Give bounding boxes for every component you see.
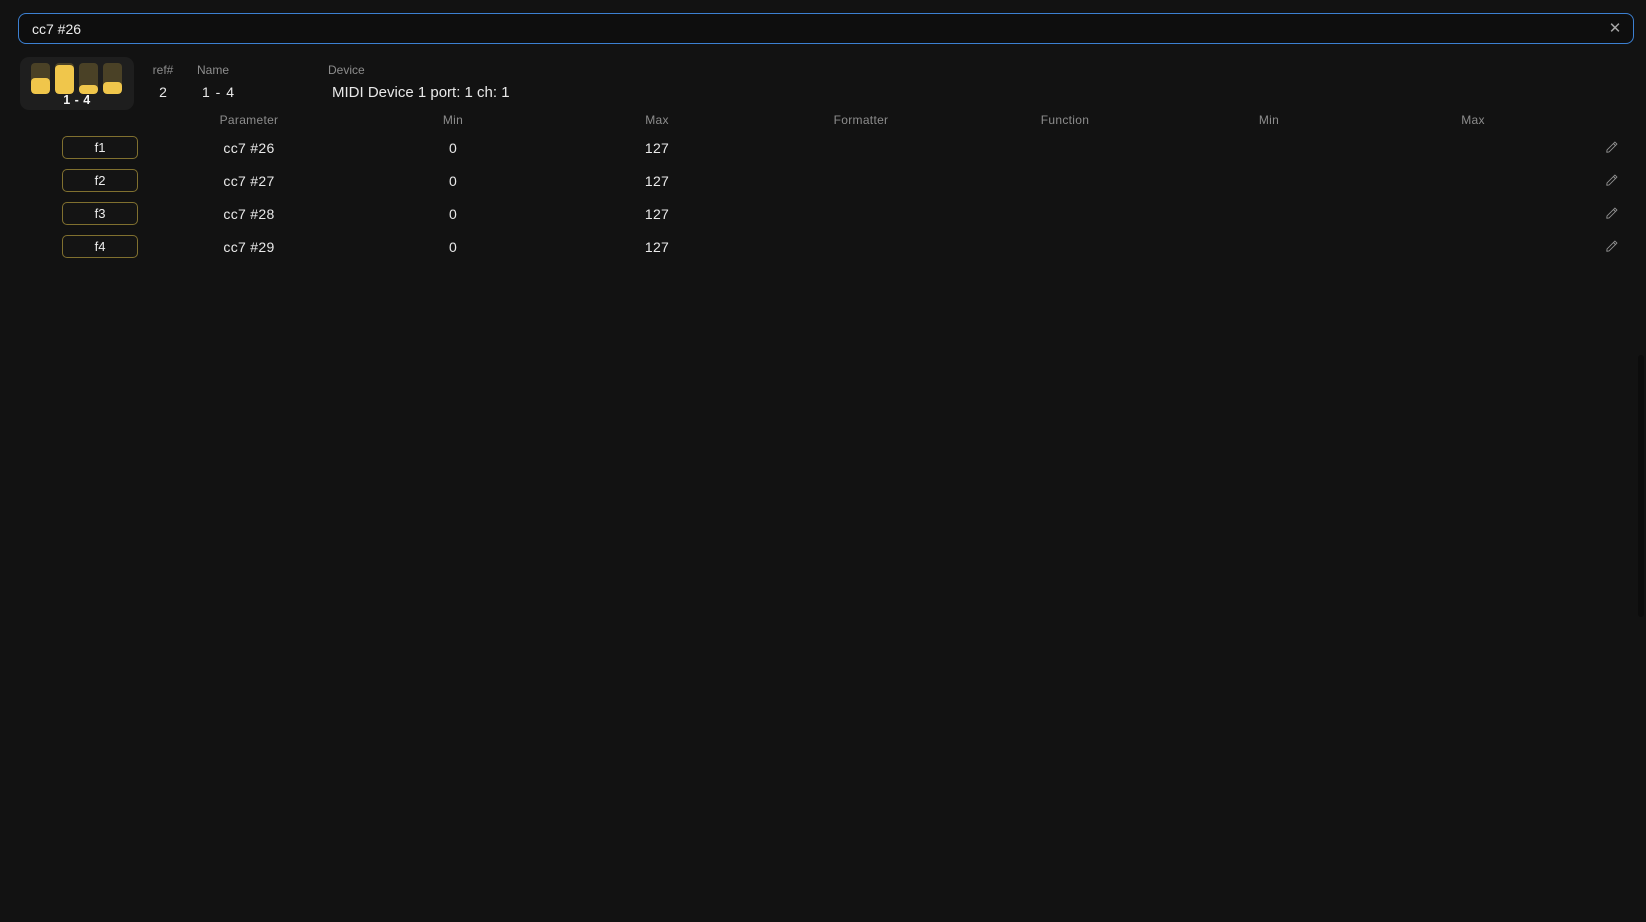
edit-pencil-icon[interactable] [1604,173,1620,189]
parameter-cell: cc7 #29 [147,239,351,255]
max-cell: 127 [555,173,759,189]
table-row: f3 cc7 #28 0 127 [0,197,1646,230]
fader-group-label: 1 - 4 [20,93,134,107]
header-min-2: Min [1167,113,1371,127]
device-label: Device [328,63,510,77]
f3-button[interactable]: f3 [62,202,138,225]
search-bar: ✕ [18,13,1634,44]
f2-button[interactable]: f2 [62,169,138,192]
header-min: Min [351,113,555,127]
max-cell: 127 [555,140,759,156]
parameter-cell: cc7 #28 [147,206,351,222]
fader-2-fill [55,65,74,94]
edit-pencil-icon[interactable] [1604,206,1620,222]
header-parameter: Parameter [147,113,351,127]
table-body: f1 cc7 #26 0 127 f2 cc7 #27 0 127 [0,131,1646,263]
fader-tracks [31,63,122,94]
clear-search-icon[interactable]: ✕ [1604,18,1626,40]
mapping-table: Parameter Min Max Formatter Function Min… [0,108,1646,263]
device-field: Device MIDI Device 1 port: 1 ch: 1 [328,63,510,101]
header-max-2: Max [1371,113,1575,127]
name-field: Name 1 - 4 [197,63,235,100]
fader-group-widget[interactable]: 1 - 4 [20,57,134,110]
max-cell: 127 [555,206,759,222]
fader-1[interactable] [31,63,50,94]
fader-4[interactable] [103,63,122,94]
fader-1-fill [31,78,50,94]
f1-button[interactable]: f1 [62,136,138,159]
table-row: f2 cc7 #27 0 127 [0,164,1646,197]
edit-pencil-icon[interactable] [1604,140,1620,156]
min-cell: 0 [351,206,555,222]
header-function: Function [963,113,1167,127]
ref-field: ref# 2 [146,63,180,100]
table-row: f1 cc7 #26 0 127 [0,131,1646,164]
device-value: MIDI Device 1 port: 1 ch: 1 [328,84,510,101]
min-cell: 0 [351,140,555,156]
table-header-row: Parameter Min Max Formatter Function Min… [0,108,1646,131]
fader-2[interactable] [55,63,74,94]
search-input[interactable] [18,13,1634,44]
ref-value: 2 [146,84,180,100]
f4-button[interactable]: f4 [62,235,138,258]
edit-pencil-icon[interactable] [1604,239,1620,255]
name-label: Name [197,63,235,77]
name-value: 1 - 4 [197,84,235,100]
ref-label: ref# [146,63,180,77]
header-formatter: Formatter [759,113,963,127]
table-row: f4 cc7 #29 0 127 [0,230,1646,263]
max-cell: 127 [555,239,759,255]
min-cell: 0 [351,239,555,255]
scrollbar-thumb[interactable] [1638,355,1644,617]
header-max: Max [555,113,759,127]
parameter-cell: cc7 #27 [147,173,351,189]
fader-3[interactable] [79,63,98,94]
min-cell: 0 [351,173,555,189]
parameter-cell: cc7 #26 [147,140,351,156]
